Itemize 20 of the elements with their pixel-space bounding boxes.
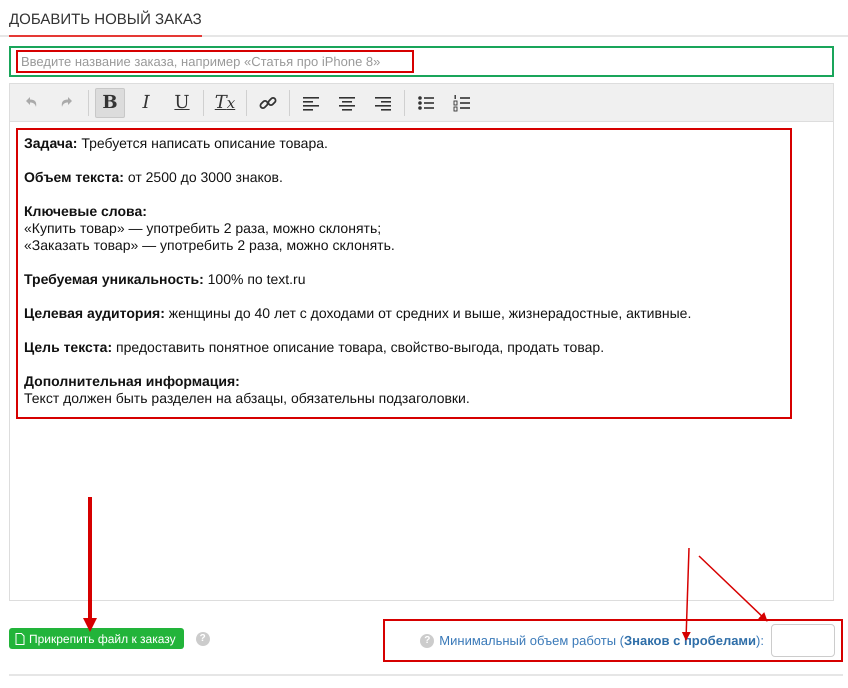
description-line: «Заказать товар» — употребить 2 раза, можно склонять. (24, 237, 396, 254)
description-line: Дополнительная информация: (24, 373, 241, 390)
min-volume-field[interactable] (771, 624, 835, 657)
description-line: Задача: Требуется написать описание товара. (24, 135, 329, 152)
min-volume-label: Минимальный объем работы (Знаков с пробелами): (439, 633, 764, 648)
description-line: Требуемая уникальность: 100% по text.ru (24, 271, 306, 288)
order-title-field[interactable]: Введите название заказа, например «Статья про iPhone 8» (9, 46, 834, 77)
page-title: ДОБАВИТЬ НОВЫЙ ЗАКАЗ (9, 0, 202, 37)
underline-button[interactable]: U (167, 88, 197, 118)
description-line: Цель текста: предоставить понятное описание товара, свойство-выгода, продать товар. (24, 339, 606, 356)
numbered-list-icon (452, 92, 472, 112)
bold-button[interactable]: B (95, 88, 125, 118)
italic-button[interactable]: I (131, 88, 161, 118)
description-line: «Купить товар» — употребить 2 раза, можно склонять; (24, 220, 382, 237)
description-line: Текст должен быть разделен на абзацы, обязательны подзаголовки. (24, 390, 471, 407)
description-line: Целевая аудитория: женщины до 40 лет с доходами от средних и выше, жизнерадостные, активные. (24, 305, 692, 322)
description-line: Ключевые слова: (24, 203, 148, 220)
description-line: Объем текста: от 2500 до 3000 знаков. (24, 169, 284, 186)
task-description[interactable] (18, 130, 790, 417)
file-icon (15, 632, 25, 644)
